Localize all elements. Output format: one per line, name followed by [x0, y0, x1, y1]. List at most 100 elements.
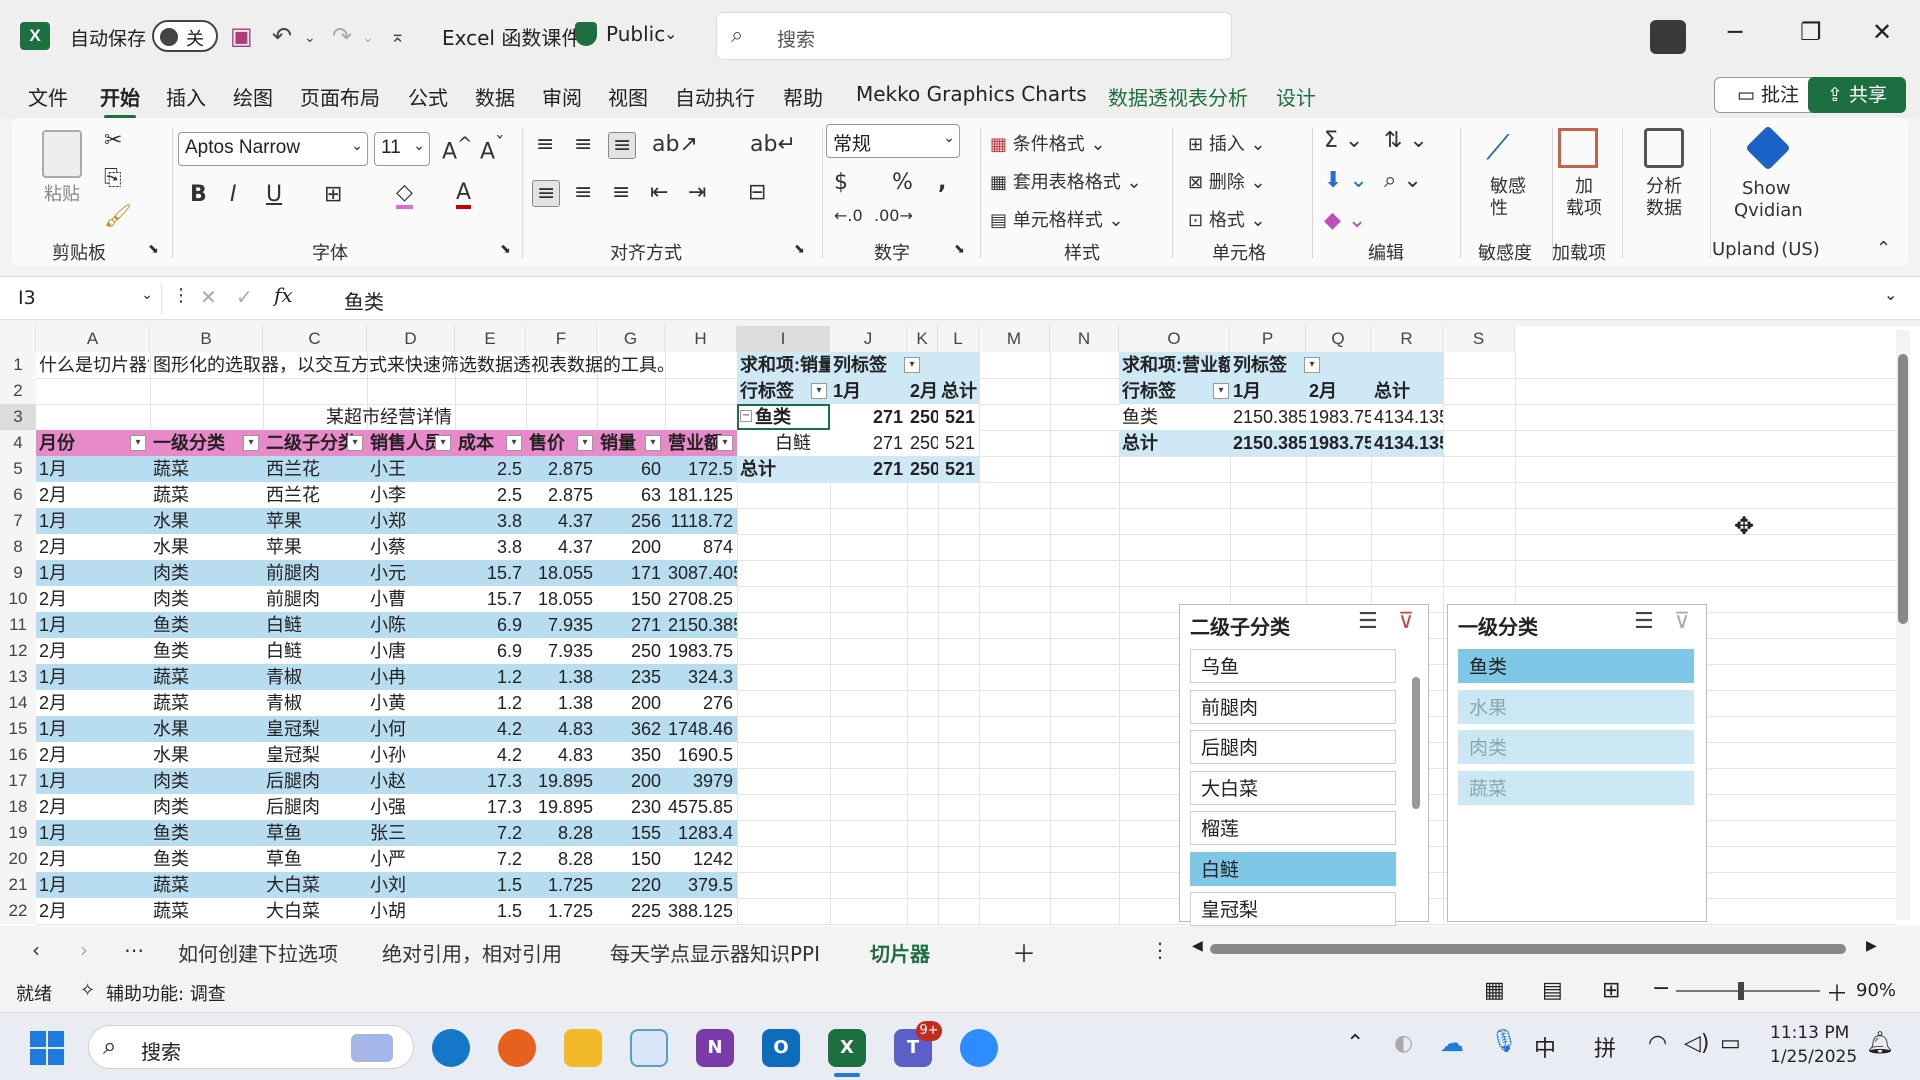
align-bottom-icon[interactable]: ≡: [608, 132, 637, 159]
page-layout-view-icon[interactable]: ▤: [1542, 978, 1563, 1003]
table-cell[interactable]: 1月: [36, 508, 150, 534]
pivot2-total-header[interactable]: 总计: [1371, 378, 1443, 404]
pivot-filter-icon[interactable]: ▾: [1304, 357, 1320, 373]
column-header-S[interactable]: S: [1443, 326, 1515, 352]
column-header-P[interactable]: P: [1230, 326, 1306, 352]
number-format-select[interactable]: 常规 ⌄: [826, 124, 960, 158]
pivot2-value[interactable]: 2150.385: [1230, 404, 1306, 430]
intro-text[interactable]: 图形化的选取器，以交互方式来快速筛选数据透视表数据的工具。: [153, 352, 733, 378]
table-cell[interactable]: 小陈: [367, 612, 455, 638]
table-cell[interactable]: 2月: [36, 586, 150, 612]
format-cells-button[interactable]: ⊡ 格式 ⌄: [1188, 206, 1266, 232]
tab-display-sheet[interactable]: 每天学点显示器知识PPI: [610, 938, 820, 967]
table-cell[interactable]: 2月: [36, 534, 150, 560]
pivot1-value[interactable]: 250: [907, 404, 938, 430]
table-cell[interactable]: 前腿肉: [263, 560, 367, 586]
table-cell[interactable]: 小冉: [367, 664, 455, 690]
table-cell[interactable]: 172.5: [665, 456, 737, 482]
pivot1-value[interactable]: 521: [938, 456, 979, 482]
table-cell[interactable]: 水果: [150, 508, 263, 534]
filter-dropdown-icon[interactable]: ▾: [717, 435, 733, 451]
pivot2-value[interactable]: 1983.75: [1306, 404, 1371, 430]
analyze-data-icon[interactable]: [1644, 128, 1684, 168]
redo-icon[interactable]: ↷: [332, 22, 352, 50]
add-sheet-icon[interactable]: ＋: [1012, 934, 1036, 969]
table-cell[interactable]: 2月: [36, 482, 150, 508]
table-cell[interactable]: 1690.5: [665, 742, 737, 768]
table-cell[interactable]: 3.8: [455, 508, 526, 534]
scroll-left-icon[interactable]: ◀: [1192, 938, 1203, 954]
pivot1-value[interactable]: 271: [830, 456, 907, 482]
row-header[interactable]: 5: [0, 456, 36, 482]
table-cell[interactable]: 白鲢: [263, 612, 367, 638]
table-cell[interactable]: 1.2: [455, 690, 526, 716]
table-cell[interactable]: 7.935: [526, 612, 597, 638]
menu-review[interactable]: 审阅: [542, 82, 582, 111]
zoom-slider-thumb[interactable]: [1738, 982, 1744, 1000]
row-header[interactable]: 2: [0, 378, 36, 404]
align-left-icon[interactable]: ≡: [532, 180, 561, 207]
wifi-icon[interactable]: ◠: [1648, 1031, 1667, 1056]
row-header[interactable]: 11: [0, 612, 36, 638]
table-cell[interactable]: 4.37: [526, 508, 597, 534]
more-options-icon[interactable]: ⋮: [172, 285, 190, 306]
horizontal-scrollbar[interactable]: ◀ ▶: [1192, 938, 1882, 956]
table-cell[interactable]: 4.37: [526, 534, 597, 560]
table-cell[interactable]: 18.055: [526, 586, 597, 612]
expand-formula-icon[interactable]: ⌄: [1884, 285, 1897, 304]
wrap-text-icon[interactable]: ab↵: [750, 132, 796, 157]
pivot1-month2[interactable]: 2月: [907, 378, 938, 404]
pivot1-blank[interactable]: [938, 352, 979, 378]
increase-font-icon[interactable]: A^: [442, 134, 472, 164]
table-cell[interactable]: 1748.46: [665, 716, 737, 742]
table-cell[interactable]: 155: [597, 820, 665, 846]
tab-slicer-sheet[interactable]: 切片器: [870, 938, 930, 975]
table-cell[interactable]: 1.725: [526, 872, 597, 898]
pivot1-total-header[interactable]: 总计: [938, 378, 979, 404]
row-header[interactable]: 17: [0, 768, 36, 794]
windows-start-icon[interactable]: [30, 1031, 64, 1065]
taskbar-search[interactable]: ⌕ 搜索: [88, 1025, 414, 1069]
column-header-J[interactable]: J: [830, 326, 907, 352]
pivot2-value[interactable]: 4134.135: [1371, 430, 1443, 456]
table-cell[interactable]: 388.125: [665, 898, 737, 924]
table-cell[interactable]: 230: [597, 794, 665, 820]
table-cell[interactable]: 1.38: [526, 690, 597, 716]
file-explorer-icon[interactable]: [564, 1029, 602, 1067]
merge-center-icon[interactable]: ⊟: [748, 180, 766, 205]
pivot2-column-label[interactable]: 列标签: [1230, 352, 1371, 378]
table-cell[interactable]: 19.895: [526, 794, 597, 820]
onenote-icon[interactable]: N: [696, 1029, 734, 1067]
menu-home[interactable]: 开始: [100, 82, 140, 119]
table-cell[interactable]: 1月: [36, 768, 150, 794]
table-cell[interactable]: 小严: [367, 846, 455, 872]
italic-icon[interactable]: I: [230, 182, 237, 207]
pivot1-value[interactable]: 250: [907, 456, 938, 482]
table-cell[interactable]: 350: [597, 742, 665, 768]
align-middle-icon[interactable]: ≡: [574, 132, 592, 157]
show-qvidian-line2[interactable]: Qvidian: [1734, 200, 1803, 221]
table-cell[interactable]: 鱼类: [150, 612, 263, 638]
table-cell[interactable]: 1242: [665, 846, 737, 872]
font-color-icon[interactable]: A: [456, 180, 472, 209]
scroll-thumb[interactable]: [1210, 944, 1846, 954]
table-cell[interactable]: 17.3: [455, 768, 526, 794]
table-cell[interactable]: 225: [597, 898, 665, 924]
table-cell[interactable]: 200: [597, 534, 665, 560]
pivot1-month1[interactable]: 1月: [830, 378, 907, 404]
table-cell[interactable]: 小李: [367, 482, 455, 508]
table-cell[interactable]: 18.055: [526, 560, 597, 586]
zoom-level[interactable]: 90%: [1856, 980, 1896, 1001]
table-cell[interactable]: 1.725: [526, 898, 597, 924]
table-cell[interactable]: 324.3: [665, 664, 737, 690]
table-cell[interactable]: 青椒: [263, 664, 367, 690]
table-cell[interactable]: 2月: [36, 898, 150, 924]
fill-icon[interactable]: ⬇ ⌄: [1324, 168, 1368, 193]
close-icon[interactable]: ✕: [1872, 18, 1892, 46]
table-cell[interactable]: 1.2: [455, 664, 526, 690]
table-cell[interactable]: 西兰花: [263, 456, 367, 482]
column-header-R[interactable]: R: [1371, 326, 1443, 352]
table-title[interactable]: 某超市经营详情: [39, 404, 739, 430]
row-header[interactable]: 8: [0, 534, 36, 560]
decrease-indent-icon[interactable]: ⇤: [650, 180, 668, 205]
